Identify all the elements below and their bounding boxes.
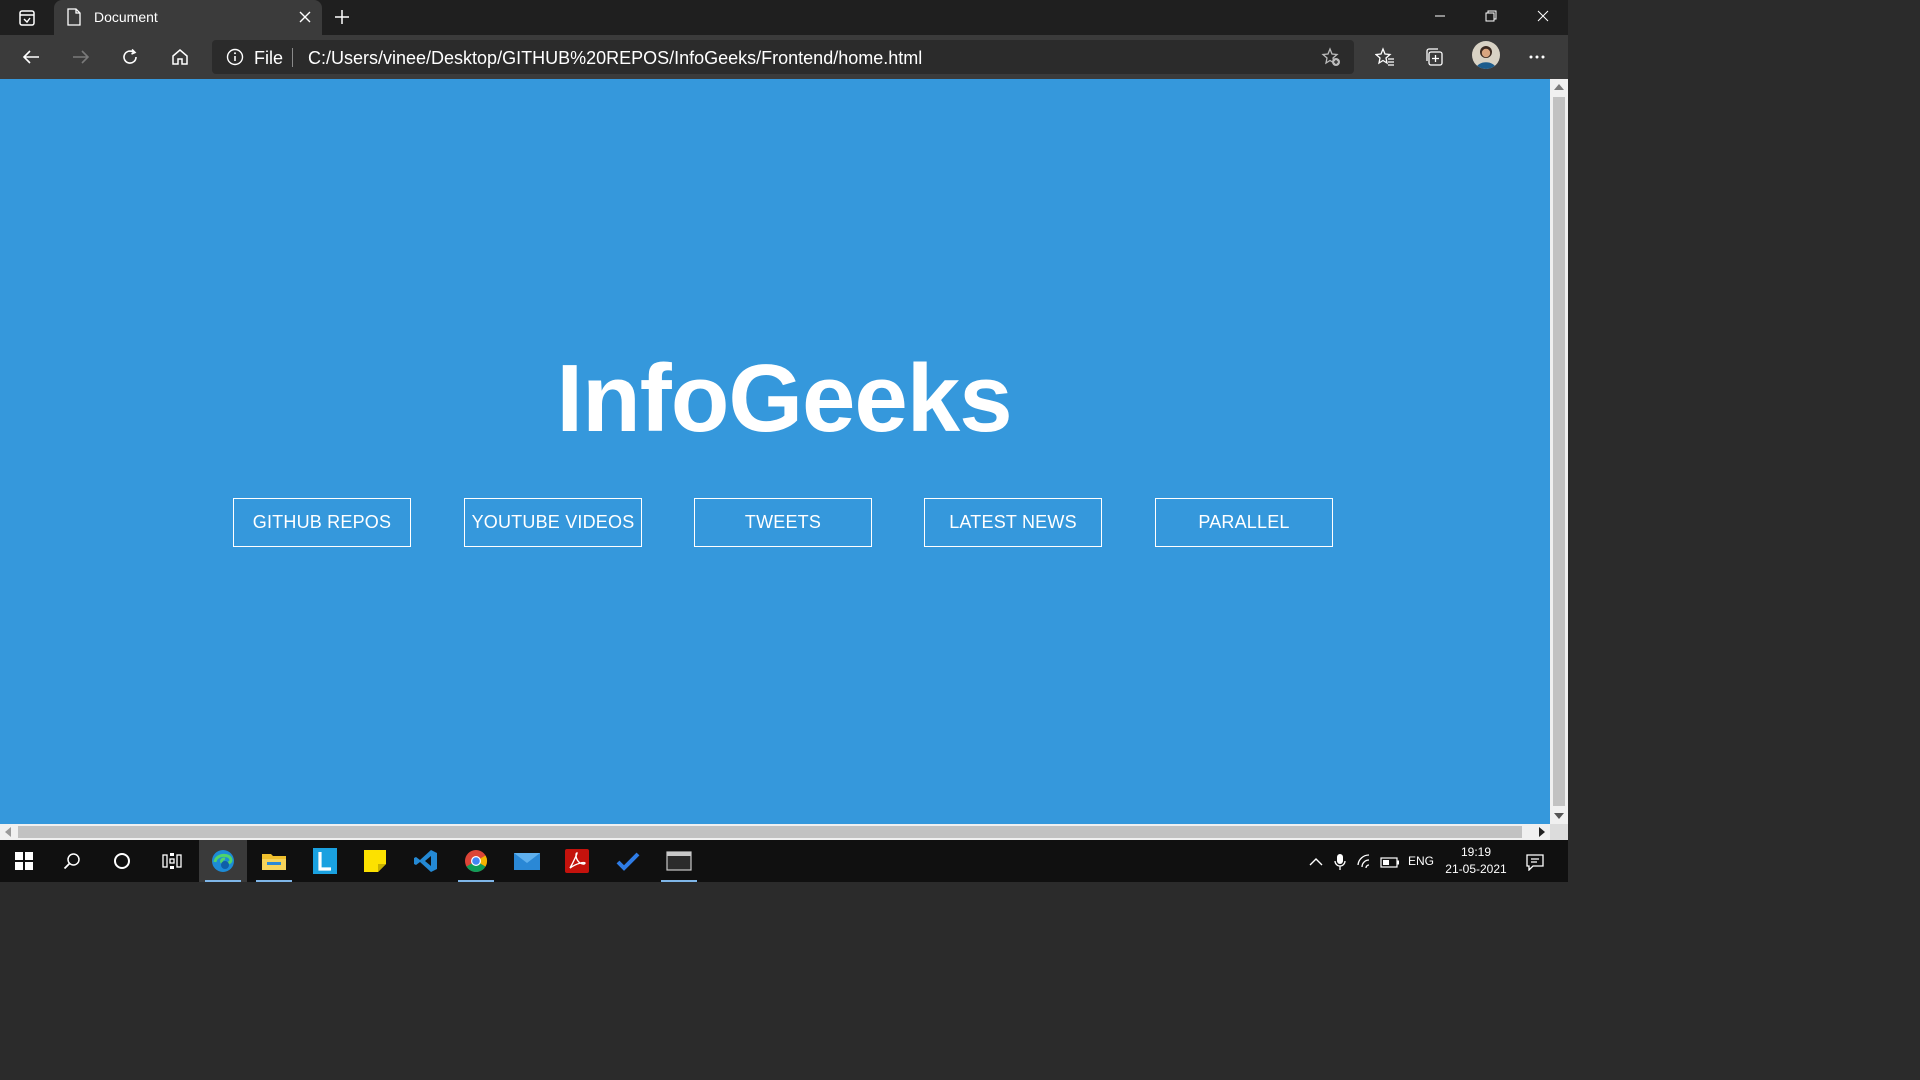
show-hidden-icons-chevron-icon[interactable] xyxy=(1306,852,1326,872)
tab-actions-menu-icon[interactable] xyxy=(13,5,41,31)
running-app-indicator xyxy=(256,880,292,882)
horizontal-scroll-thumb[interactable] xyxy=(18,826,1522,838)
scroll-up-arrow-icon[interactable] xyxy=(1554,84,1564,90)
tab-document[interactable]: Document xyxy=(54,0,322,35)
task-view-icon[interactable] xyxy=(148,840,196,882)
forward-arrow-icon[interactable] xyxy=(65,41,97,73)
page-viewport: InfoGeeks GITHUB REPOS YOUTUBE VIDEOS TW… xyxy=(0,79,1550,824)
restore-icon[interactable] xyxy=(1466,0,1516,32)
scroll-down-arrow-icon[interactable] xyxy=(1554,813,1564,819)
input-language-indicator[interactable]: ENG xyxy=(1408,854,1434,868)
search-icon[interactable] xyxy=(48,840,96,882)
clock[interactable]: 19:19 21-05-2021 xyxy=(1440,844,1512,878)
page-title: InfoGeeks xyxy=(556,345,1012,452)
running-app-indicator xyxy=(458,880,494,882)
back-arrow-icon[interactable] xyxy=(15,41,47,73)
address-divider xyxy=(292,48,293,67)
mail-icon[interactable] xyxy=(503,840,551,882)
sticky-notes-icon[interactable] xyxy=(351,840,399,882)
letters-app-icon[interactable] xyxy=(301,840,349,882)
chrome-icon[interactable] xyxy=(452,840,500,882)
clock-time: 19:19 xyxy=(1460,845,1492,859)
vscode-icon[interactable] xyxy=(402,840,450,882)
collections-icon[interactable] xyxy=(1418,41,1450,73)
edge-icon[interactable] xyxy=(199,840,247,882)
clock-date: 21-05-2021 xyxy=(1445,862,1507,876)
tweets-button[interactable]: TWEETS xyxy=(694,498,872,547)
taskbar: ENG 19:19 21-05-2021 xyxy=(0,840,1568,882)
more-options-icon[interactable] xyxy=(1521,41,1553,73)
close-window-icon[interactable] xyxy=(1518,0,1568,32)
document-icon xyxy=(66,8,82,31)
scroll-left-arrow-icon[interactable] xyxy=(5,827,11,837)
battery-icon[interactable] xyxy=(1380,852,1400,872)
favorites-icon[interactable] xyxy=(1369,41,1401,73)
active-app-indicator xyxy=(205,880,241,882)
url-text[interactable]: C:/Users/vinee/Desktop/GITHUB%20REPOS/In… xyxy=(308,48,922,69)
notifications-icon[interactable] xyxy=(1525,852,1545,872)
terminal-icon[interactable] xyxy=(655,840,703,882)
vertical-scrollbar[interactable] xyxy=(1550,79,1568,824)
address-scheme-label: File xyxy=(254,48,284,68)
scroll-right-arrow-icon[interactable] xyxy=(1539,827,1545,837)
browser-toolbar: File C:/Users/vinee/Desktop/GITHUB%20REP… xyxy=(0,35,1568,79)
microphone-icon[interactable] xyxy=(1330,852,1350,872)
title-bar: Document xyxy=(0,0,1568,35)
minimize-icon[interactable] xyxy=(1415,0,1465,32)
profile-avatar[interactable] xyxy=(1472,41,1500,69)
acrobat-icon[interactable] xyxy=(553,840,601,882)
latest-news-button[interactable]: LATEST NEWS xyxy=(924,498,1102,547)
running-app-indicator xyxy=(661,880,697,882)
parallel-button[interactable]: PARALLEL xyxy=(1155,498,1333,547)
file-explorer-icon[interactable] xyxy=(250,840,298,882)
address-bar[interactable]: File C:/Users/vinee/Desktop/GITHUB%20REP… xyxy=(212,40,1354,74)
wifi-icon[interactable] xyxy=(1356,852,1376,872)
tab-close-icon[interactable] xyxy=(296,8,314,26)
refresh-icon[interactable] xyxy=(114,41,146,73)
github-repos-button[interactable]: GITHUB REPOS xyxy=(233,498,411,547)
scrollbar-corner xyxy=(1550,824,1568,840)
youtube-videos-button[interactable]: YOUTUBE VIDEOS xyxy=(464,498,642,547)
cortana-icon[interactable] xyxy=(98,840,146,882)
start-icon[interactable] xyxy=(0,840,48,882)
tab-title: Document xyxy=(94,9,158,25)
home-icon[interactable] xyxy=(164,41,196,73)
vertical-scroll-thumb[interactable] xyxy=(1553,97,1565,806)
new-tab-icon[interactable] xyxy=(331,6,353,28)
add-favorite-icon[interactable] xyxy=(1320,46,1342,68)
todo-icon[interactable] xyxy=(604,840,652,882)
horizontal-scrollbar[interactable] xyxy=(0,824,1550,840)
site-info-icon[interactable] xyxy=(226,48,244,71)
